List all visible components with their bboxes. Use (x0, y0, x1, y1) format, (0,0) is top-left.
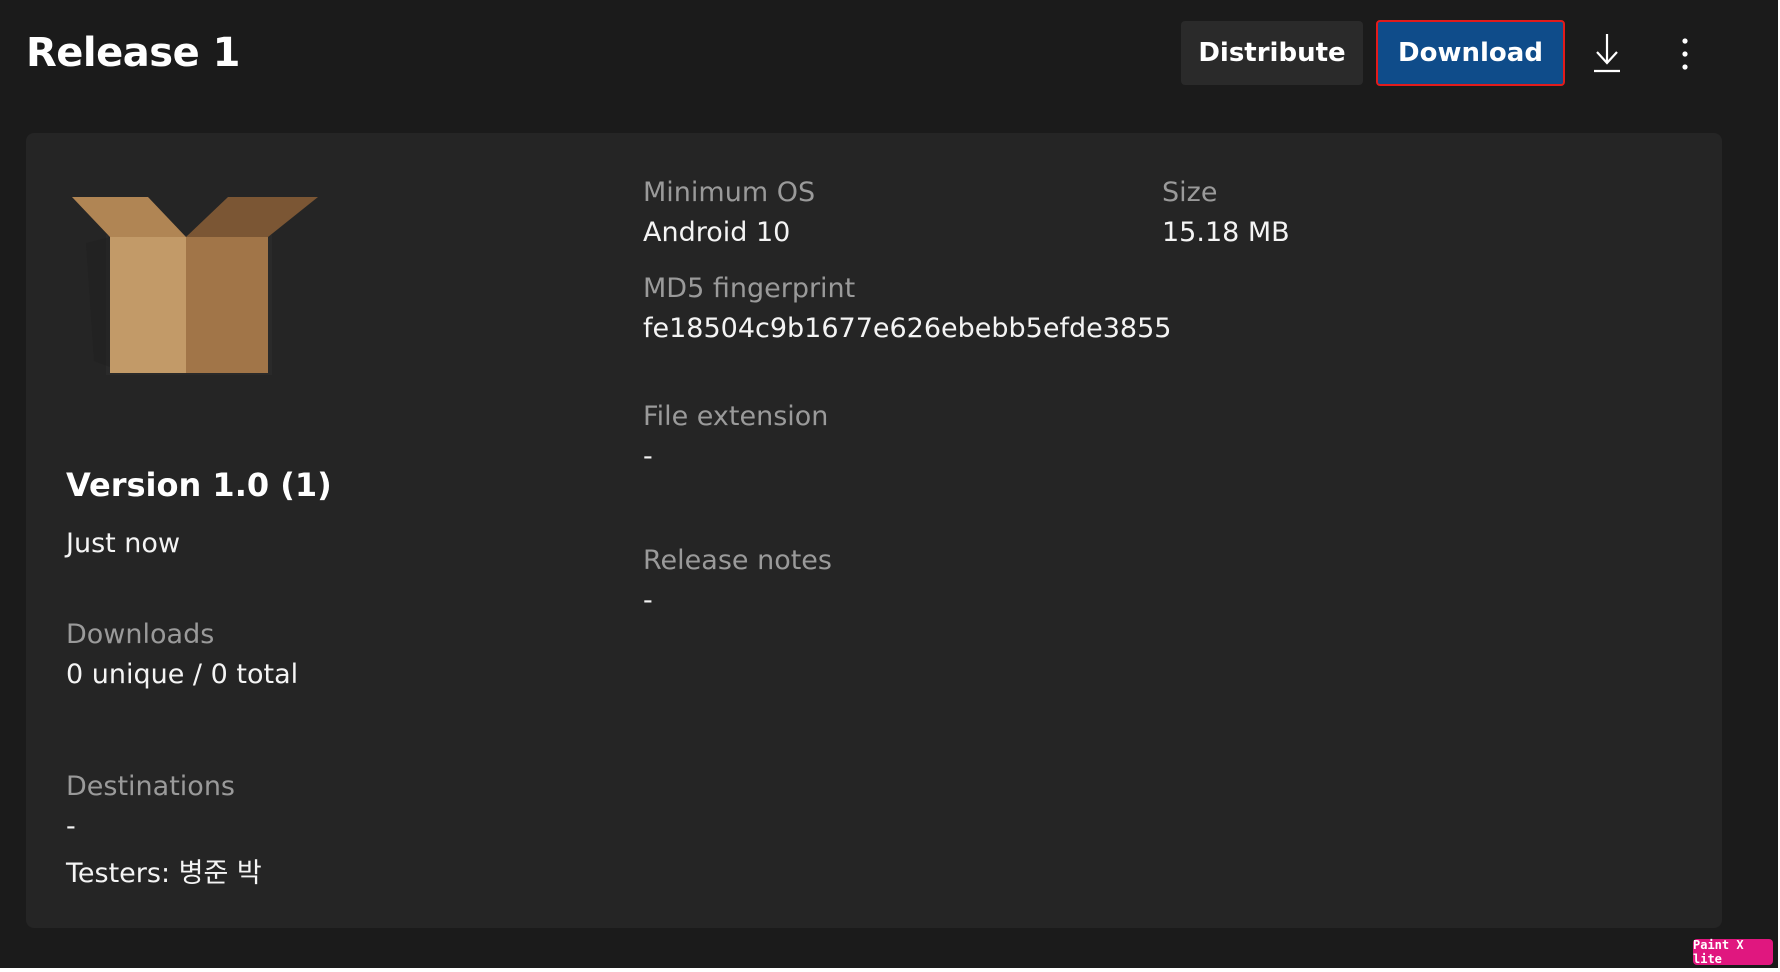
minimum-os-label: Minimum OS (643, 177, 816, 208)
size-value: 15.18 MB (1162, 217, 1290, 248)
page-title: Release 1 (26, 30, 240, 76)
release-notes-label: Release notes (643, 545, 832, 576)
testers-value: Testers: 병준 박 (66, 858, 262, 889)
version-title: Version 1.0 (1) (66, 466, 332, 504)
paint-x-lite-watermark: Paint X lite (1693, 938, 1773, 966)
package-box-icon (72, 195, 342, 395)
download-button[interactable]: Download (1376, 20, 1565, 86)
more-vertical-icon[interactable] (1670, 30, 1700, 78)
download-arrow-icon[interactable] (1585, 28, 1629, 78)
release-details-card: Version 1.0 (1) Just now Downloads 0 uni… (26, 133, 1722, 928)
downloads-label: Downloads (66, 619, 215, 650)
distribute-button[interactable]: Distribute (1181, 21, 1363, 85)
destinations-label: Destinations (66, 771, 236, 802)
file-extension-label: File extension (643, 401, 829, 432)
release-notes-value: - (643, 585, 653, 616)
md5-fingerprint-label: MD5 fingerprint (643, 273, 856, 304)
md5-fingerprint-value: fe18504c9b1677e626ebebb5efde3855 (643, 313, 1172, 344)
release-page: Release 1 Distribute Download Version 1.… (0, 0, 1778, 968)
file-extension-value: - (643, 441, 653, 472)
release-time: Just now (66, 528, 181, 559)
minimum-os-value: Android 10 (643, 217, 791, 248)
page-header: Release 1 Distribute Download (0, 0, 1778, 118)
downloads-value: 0 unique / 0 total (66, 659, 299, 690)
destinations-value: - (66, 811, 76, 842)
size-label: Size (1162, 177, 1218, 208)
